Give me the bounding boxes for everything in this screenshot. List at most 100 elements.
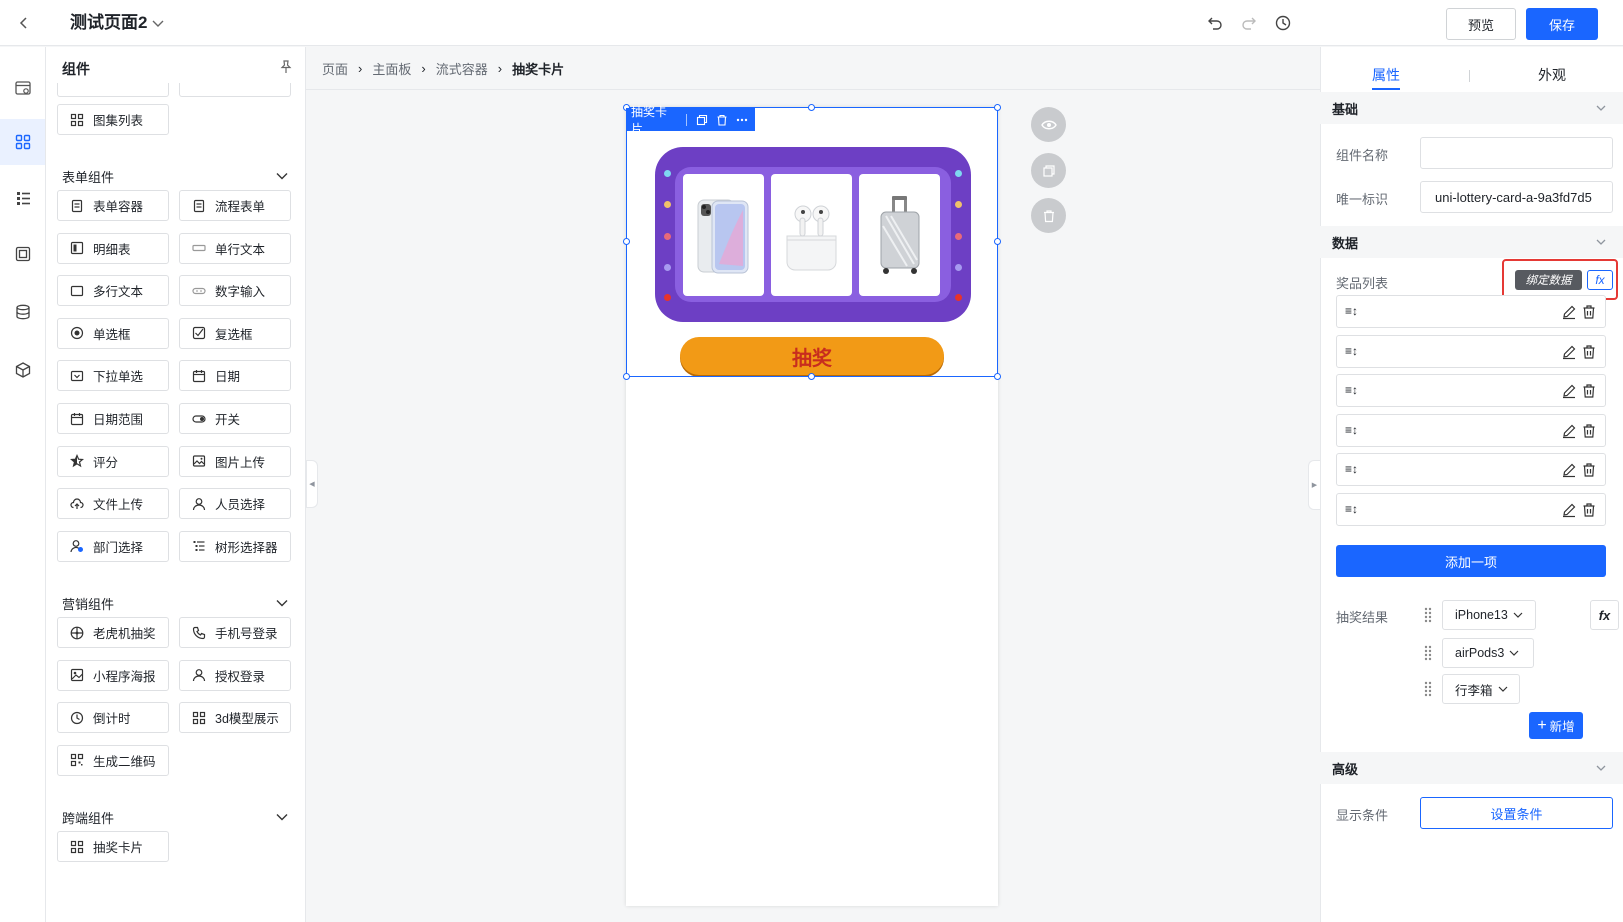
prize-list-row[interactable]: ≡↕ (1336, 492, 1606, 526)
component-item[interactable]: 开关 (179, 403, 291, 434)
breadcrumb-item-page[interactable]: 页面 (322, 59, 348, 78)
outline-tree-icon[interactable] (0, 175, 45, 221)
cube-icon[interactable] (0, 347, 45, 393)
chevron-down-icon[interactable] (1594, 101, 1608, 115)
component-item[interactable]: 文件上传 (57, 488, 169, 520)
chevron-down-icon[interactable] (274, 168, 290, 184)
component-item[interactable]: 复选框 (179, 317, 291, 349)
component-item[interactable]: 手机号登录 (179, 617, 291, 648)
prize-list-row[interactable]: ≡↕ (1336, 413, 1606, 447)
preview-button[interactable]: 预览 (1446, 8, 1516, 40)
delete-icon[interactable] (1581, 423, 1597, 439)
delete-icon[interactable] (1581, 462, 1597, 478)
resize-handle[interactable] (994, 238, 1001, 245)
component-item[interactable]: 明细表 (57, 232, 169, 264)
resize-handle[interactable] (623, 373, 630, 380)
fx-button[interactable]: fx (1590, 600, 1619, 630)
history-icon[interactable] (1272, 12, 1294, 34)
component-item[interactable]: 单选框 (57, 317, 169, 349)
component-item[interactable]: 图片上传 (179, 445, 291, 477)
chevron-down-icon[interactable] (150, 12, 166, 34)
eye-icon[interactable] (1031, 107, 1066, 142)
drag-handle-icon[interactable] (1424, 645, 1432, 661)
section-title[interactable]: 表单组件 (62, 167, 114, 186)
page-title[interactable]: 测试页面2 (70, 12, 147, 34)
component-item[interactable]: 数字输入 (179, 275, 291, 307)
add-item-button[interactable]: 添加一项 (1336, 545, 1606, 577)
delete-icon[interactable] (1031, 198, 1066, 233)
chevron-down-icon[interactable] (274, 595, 290, 611)
prize-list-row[interactable]: ≡↕ (1336, 453, 1606, 486)
delete-icon[interactable] (1581, 502, 1597, 518)
copy-icon[interactable] (695, 113, 709, 127)
more-icon[interactable] (735, 113, 749, 127)
delete-icon[interactable] (1581, 304, 1597, 320)
edit-icon[interactable] (1561, 344, 1577, 360)
component-item[interactable]: 单行文本 (179, 232, 291, 264)
delete-icon[interactable] (1581, 383, 1597, 399)
pin-icon[interactable] (278, 59, 294, 75)
edit-icon[interactable] (1561, 304, 1577, 320)
component-item[interactable]: 日期范围 (57, 403, 169, 434)
component-item[interactable]: 流程表单 (179, 190, 291, 221)
group-basic-header[interactable]: 基础 (1320, 92, 1623, 124)
prize-list-row[interactable]: ≡↕ (1336, 334, 1606, 368)
drag-handle-icon[interactable] (1424, 607, 1432, 623)
component-item[interactable]: 倒计时 (57, 702, 169, 734)
save-button[interactable]: 保存 (1526, 8, 1598, 40)
sort-icon[interactable]: ≡↕ (1345, 343, 1359, 359)
component-item[interactable]: 表单容器 (57, 190, 169, 221)
redo-icon[interactable] (1238, 12, 1260, 34)
selected-component-label[interactable]: 抽奖卡片 (631, 103, 678, 137)
resize-handle[interactable] (623, 238, 630, 245)
resize-handle[interactable] (994, 373, 1001, 380)
chevron-down-icon[interactable] (1594, 235, 1608, 249)
component-item[interactable]: 老虎机抽奖 (57, 617, 169, 648)
breadcrumb-item-flow-container[interactable]: 流式容器 (436, 59, 488, 78)
edit-icon[interactable] (1561, 423, 1577, 439)
edit-icon[interactable] (1561, 462, 1577, 478)
component-item[interactable]: 小程序海报 (57, 659, 169, 691)
group-data-header[interactable]: 数据 (1320, 226, 1623, 258)
component-gallery-list[interactable]: 图集列表 (57, 104, 169, 135)
copy-icon[interactable] (1031, 153, 1066, 188)
section-title[interactable]: 跨端组件 (62, 808, 114, 827)
add-new-button[interactable]: + 新增 (1529, 712, 1583, 739)
sort-icon[interactable]: ≡↕ (1345, 501, 1359, 517)
database-icon[interactable] (0, 289, 45, 335)
component-item[interactable]: 授权登录 (179, 659, 291, 691)
resize-handle[interactable] (994, 104, 1001, 111)
component-item[interactable]: 下拉单选 (57, 360, 169, 392)
resize-handle[interactable] (808, 373, 815, 380)
edit-icon[interactable] (1561, 502, 1577, 518)
delete-icon[interactable] (715, 113, 729, 127)
components-icon[interactable] (0, 119, 45, 165)
prize-list-row[interactable]: ≡↕ (1336, 374, 1606, 407)
component-item[interactable]: 树形选择器 (179, 530, 291, 562)
sort-icon[interactable]: ≡↕ (1345, 422, 1359, 438)
component-item[interactable]: 日期 (179, 360, 291, 392)
component-item[interactable]: 抽奖卡片 (57, 831, 169, 862)
edit-icon[interactable] (1561, 383, 1577, 399)
delete-icon[interactable] (1581, 344, 1597, 360)
prize-list-row[interactable]: ≡↕ (1336, 295, 1606, 328)
component-item[interactable]: 多行文本 (57, 275, 169, 307)
component-item[interactable]: 3d模型展示 (179, 702, 291, 734)
bind-data-button[interactable]: 绑定数据 (1515, 270, 1582, 290)
chevron-down-icon[interactable] (274, 809, 290, 825)
component-item-partial[interactable] (57, 83, 169, 97)
component-item-partial[interactable] (179, 83, 291, 97)
collapse-left-panel-handle[interactable]: ◀ (306, 460, 318, 508)
undo-icon[interactable] (1204, 12, 1226, 34)
page-settings-icon[interactable] (0, 65, 45, 111)
template-icon[interactable] (0, 231, 45, 277)
component-name-input[interactable] (1420, 137, 1613, 169)
collapse-right-panel-handle[interactable]: ▶ (1308, 460, 1320, 510)
sort-icon[interactable]: ≡↕ (1345, 382, 1359, 398)
back-icon[interactable] (14, 12, 34, 34)
breadcrumb-item-main-panel[interactable]: 主面板 (372, 59, 411, 78)
component-item[interactable]: 评分 (57, 445, 169, 477)
section-title[interactable]: 营销组件 (62, 594, 114, 613)
tab-properties[interactable]: 属性 (1372, 65, 1400, 85)
component-item[interactable]: 部门选择 (57, 530, 169, 562)
